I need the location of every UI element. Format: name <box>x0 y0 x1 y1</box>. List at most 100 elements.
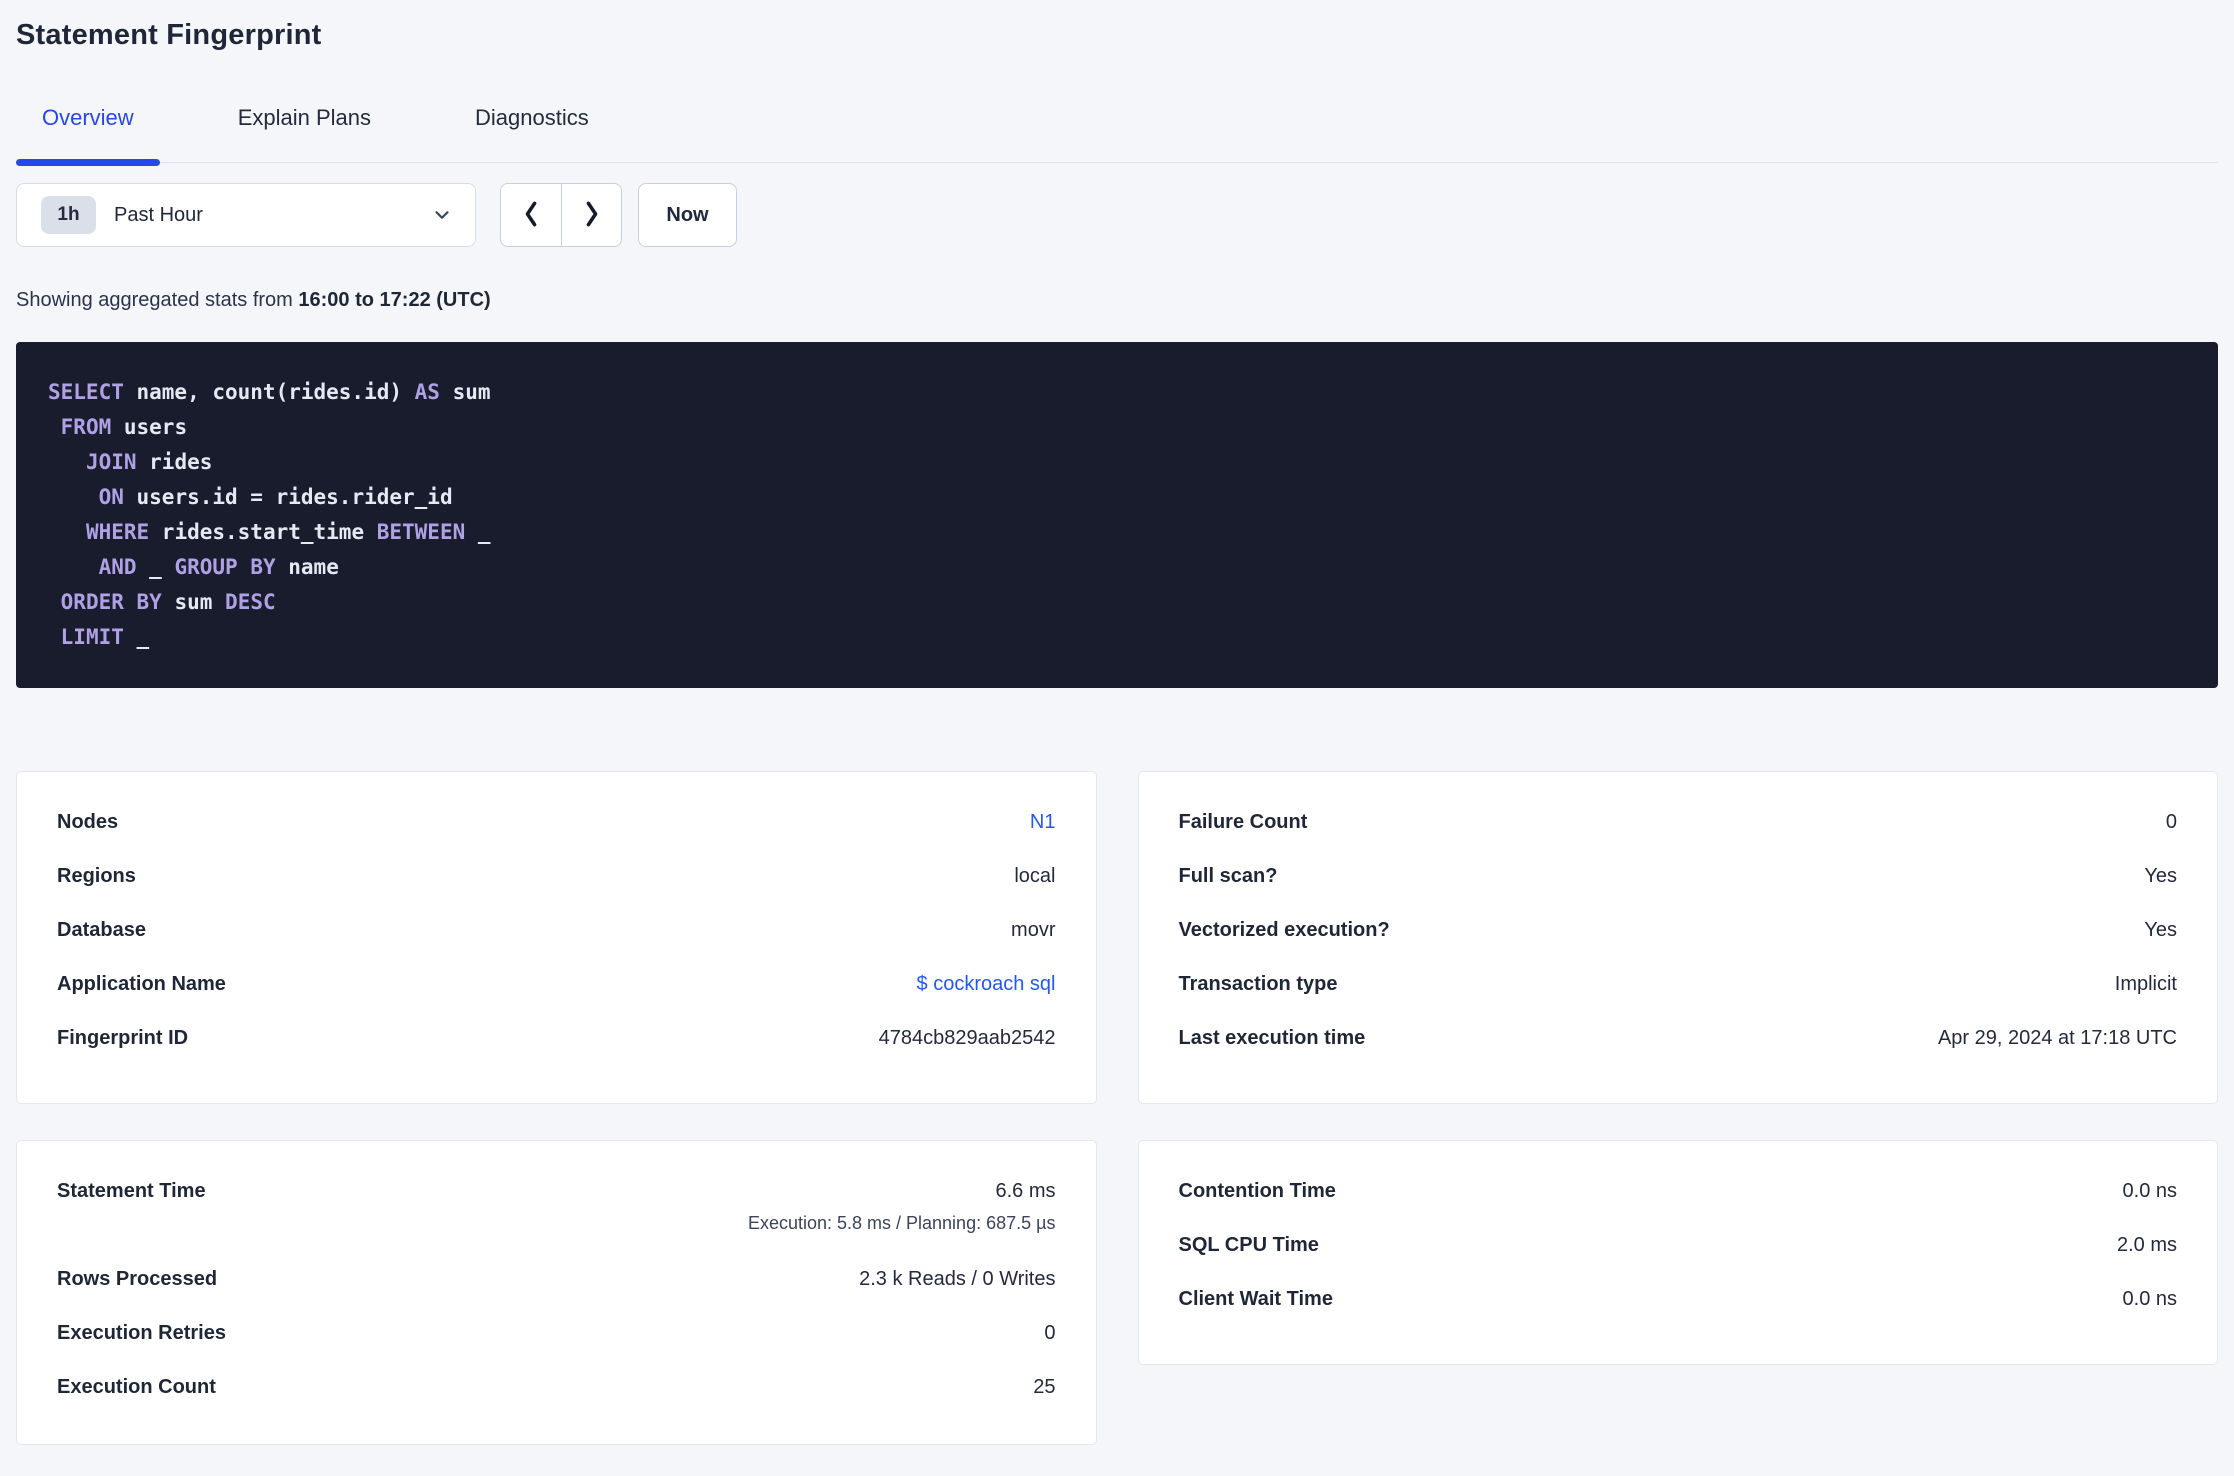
stat-label: Vectorized execution? <box>1178 919 1390 941</box>
page-title: Statement Fingerprint <box>16 19 322 51</box>
stat-value-group: 0.0 ns <box>2123 1287 2177 1311</box>
sql-text: name <box>275 555 339 579</box>
stat-label: Client Wait Time <box>1178 1288 1333 1310</box>
stat-row: Vectorized execution? Yes <box>1179 918 2178 972</box>
stat-value-group: N1 <box>1030 810 1056 834</box>
stats-cards-grid: Nodes N1 Regions local Database movr Applicati… <box>16 771 2218 1445</box>
sql-keyword: GROUP <box>174 555 238 579</box>
sql-keyword: JOIN <box>85 450 137 474</box>
now-button[interactable]: Now <box>638 183 737 247</box>
stat-value: Apr 29, 2024 at 17:18 UTC <box>1937 1027 2177 1049</box>
stat-label: Transaction type <box>1178 973 1338 995</box>
stat-value: 0 <box>2165 811 2177 833</box>
time-range-dropdown[interactable]: 1h Past Hour <box>16 183 476 247</box>
stat-row: Client Wait Time 0.0 ns <box>1179 1287 2178 1341</box>
stat-label: Regions <box>57 865 136 887</box>
stat-label: Full scan? <box>1178 865 1278 887</box>
tab-diagnostics[interactable]: Diagnostics <box>449 105 615 162</box>
stat-value-group: Implicit <box>2115 972 2177 996</box>
sql-keyword: AS <box>414 380 440 404</box>
stat-value-group: Yes <box>2144 864 2177 888</box>
stat-row: Database movr <box>57 918 1056 972</box>
nodes-link[interactable]: N1 <box>1030 811 1056 833</box>
stat-value-group: Yes <box>2144 918 2177 942</box>
stat-value: 0.0 ns <box>2122 1180 2177 1202</box>
application-name-link[interactable]: $ cockroach sql <box>917 973 1056 995</box>
stat-label: SQL CPU Time <box>1178 1234 1319 1256</box>
stat-label: Failure Count <box>1178 811 1308 833</box>
time-range-badge: 1h <box>41 196 96 234</box>
statement-times-card: Statement Time 6.6 ms Execution: 5.8 ms / … <box>16 1140 1097 1445</box>
sql-keyword: WHERE <box>85 520 150 544</box>
previous-range-button[interactable] <box>501 184 561 246</box>
sql-text: rides.start_time <box>149 520 377 544</box>
stat-value-group: $ cockroach sql <box>917 972 1056 996</box>
stat-value-group: 0 <box>1044 1321 1055 1345</box>
sql-keyword: ORDER <box>60 590 124 614</box>
stat-value-group: 4784cb829aab2542 <box>879 1026 1056 1050</box>
sql-text: rides <box>136 450 213 474</box>
stat-row: Rows Processed 2.3 k Reads / 0 Writes <box>57 1267 1056 1321</box>
sql-keyword: FROM <box>60 415 112 439</box>
stat-value-group: local <box>1014 864 1055 888</box>
aggregated-stats-caption: Showing aggregated stats from 16:00 to 1… <box>16 289 2218 312</box>
chevron-right-icon <box>584 199 600 232</box>
stat-value-group: 25 <box>1033 1375 1055 1399</box>
stat-row: Application Name $ cockroach sql <box>57 972 1056 1026</box>
sql-line: LIMIT _ <box>48 620 2186 655</box>
stat-value: 0.0 ns <box>2122 1288 2177 1310</box>
stat-row: Full scan? Yes <box>1179 864 2178 918</box>
wait-times-card: Contention Time 0.0 ns SQL CPU Time 2.0 ms C… <box>1137 1140 2218 1365</box>
stat-value: 25 <box>1033 1376 1056 1398</box>
stat-row: Failure Count 0 <box>1179 810 2178 864</box>
sql-line: AND _ GROUP BY name <box>48 550 2186 585</box>
stat-row: SQL CPU Time 2.0 ms <box>1179 1233 2178 1287</box>
stat-label: Contention Time <box>1178 1180 1336 1202</box>
stat-value-group: 6.6 ms Execution: 5.8 ms / Planning: 687.… <box>748 1179 1056 1234</box>
sql-text: users.id = rides.rider_id <box>123 485 453 509</box>
sql-line: ORDER BY sum DESC <box>48 585 2186 620</box>
sql-line: SELECT name, count(rides.id) AS sum <box>48 375 2186 410</box>
stat-value-group: 2.0 ms <box>2117 1233 2177 1257</box>
stat-value-group: movr <box>1011 918 1055 942</box>
execution-attributes-card: Failure Count 0 Full scan? Yes Vectorized ex… <box>1137 771 2218 1104</box>
stat-row: Nodes N1 <box>57 810 1056 864</box>
time-step-buttons <box>500 183 622 247</box>
caption-time-range: 16:00 to 17:22 (UTC) <box>298 289 491 311</box>
sql-line: WHERE rides.start_time BETWEEN _ <box>48 515 2186 550</box>
sql-statement-box: SELECT name, count(rides.id) AS sum FROM… <box>16 342 2218 688</box>
sql-text: users <box>111 415 188 439</box>
stat-value: movr <box>1011 919 1056 941</box>
sql-text: sum <box>439 380 491 404</box>
stat-value: Implicit <box>2114 973 2177 995</box>
stat-value: 2.0 ms <box>2116 1234 2177 1256</box>
stat-row: Fingerprint ID 4784cb829aab2542 <box>57 1026 1056 1080</box>
stat-label: Fingerprint ID <box>57 1027 189 1049</box>
stat-label: Statement Time <box>57 1180 206 1202</box>
sql-text: name, count(rides.id) <box>123 380 415 404</box>
time-range-label: Past Hour <box>114 203 203 226</box>
tab-explain-plans[interactable]: Explain Plans <box>212 105 397 162</box>
sql-keyword: BETWEEN <box>376 520 466 544</box>
stat-value-group: 0.0 ns <box>2123 1179 2177 1203</box>
stat-value: 0 <box>1044 1322 1056 1344</box>
tab-overview[interactable]: Overview <box>16 105 160 166</box>
sql-text: sum <box>161 590 226 614</box>
stat-label: Nodes <box>57 811 119 833</box>
stat-label: Execution Count <box>57 1376 216 1398</box>
chevron-left-icon <box>523 199 539 232</box>
stat-row: Transaction type Implicit <box>1179 972 2178 1026</box>
stat-value: Yes <box>2144 865 2177 887</box>
stat-value: 6.6 ms <box>995 1180 1056 1202</box>
stat-value: 4784cb829aab2542 <box>878 1027 1056 1049</box>
sql-keyword: BY <box>136 590 162 614</box>
sql-text: _ <box>123 625 150 649</box>
stat-row: Execution Retries 0 <box>57 1321 1056 1375</box>
next-range-button[interactable] <box>561 184 621 246</box>
